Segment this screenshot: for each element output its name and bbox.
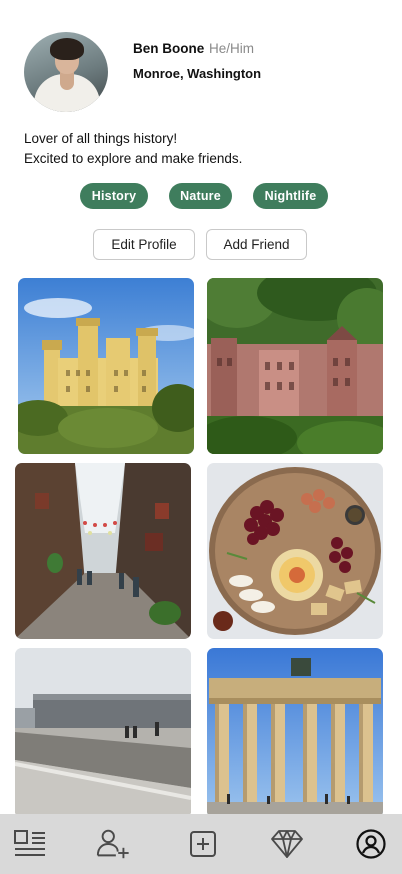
friends-add-icon <box>96 829 129 859</box>
feed-icon <box>14 830 45 856</box>
profile-name: Ben Boone <box>133 41 205 56</box>
bio-line-2: Excited to explore and make friends. <box>24 151 243 166</box>
photo-village-street[interactable] <box>15 463 191 639</box>
photo-charcuterie-board[interactable] <box>207 463 383 639</box>
modern-building-image <box>15 648 191 818</box>
photo-brandenburg-gate[interactable] <box>207 648 383 818</box>
profile-location: Monroe, Washington <box>133 66 262 81</box>
tag-nature[interactable]: Nature <box>169 183 232 209</box>
brandenburg-gate-image <box>207 648 383 818</box>
castle-ruins-forest-image <box>207 278 383 454</box>
tab-friends[interactable] <box>95 826 131 862</box>
charcuterie-board-image <box>207 463 383 639</box>
bottom-tab-bar <box>0 814 402 874</box>
tab-profile[interactable] <box>353 826 389 862</box>
photo-castle-on-hill[interactable] <box>18 278 194 454</box>
photo-castle-ruins-forest[interactable] <box>207 278 383 454</box>
village-street-image <box>15 463 191 639</box>
premium-diamond-icon <box>271 830 303 858</box>
bio-line-1: Lover of all things history! <box>24 131 178 146</box>
create-icon <box>190 831 216 857</box>
profile-avatar[interactable] <box>24 32 108 112</box>
tab-premium[interactable] <box>269 826 305 862</box>
tab-create[interactable] <box>185 826 221 862</box>
add-friend-button[interactable]: Add Friend <box>206 229 307 260</box>
avatar-hair <box>50 38 84 60</box>
photo-modern-building[interactable] <box>15 648 191 818</box>
tab-feed[interactable] <box>12 826 48 862</box>
tag-nightlife[interactable]: Nightlife <box>253 183 328 209</box>
profile-bio: Lover of all things history! Excited to … <box>24 129 242 169</box>
edit-profile-button[interactable]: Edit Profile <box>93 229 195 260</box>
castle-on-hill-image <box>18 278 194 454</box>
tag-history[interactable]: History <box>80 183 148 209</box>
profile-icon <box>356 829 386 859</box>
profile-pronouns: He/Him <box>209 41 255 56</box>
